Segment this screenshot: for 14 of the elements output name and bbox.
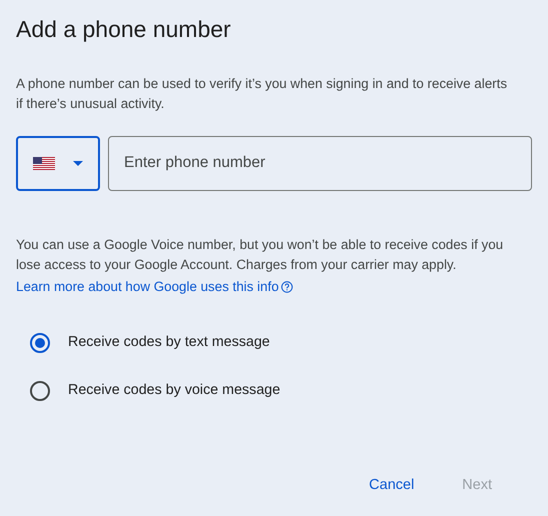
phone-number-field[interactable]: Enter phone number xyxy=(108,136,532,191)
flag-icon xyxy=(33,156,55,170)
country-picker[interactable] xyxy=(16,136,100,191)
learn-more-link[interactable]: Learn more about how Google uses this info xyxy=(16,276,293,297)
radio-button[interactable] xyxy=(30,332,50,353)
caret-icon xyxy=(73,160,83,166)
intro-text: A phone number can be used to verify it’s you when signing in and to receive alerts if there’s unusual activity. xyxy=(16,74,508,113)
option-label[interactable]: Receive codes by text message xyxy=(68,332,270,354)
dialog-title: Add a phone number xyxy=(16,16,232,44)
radio-button[interactable] xyxy=(30,380,50,401)
info-text: You can use a Google Voice number, but you won’t be able to receive codes if you lose access to your Google Account. Charges from your carrier may apply. xyxy=(16,236,504,274)
cancel-button[interactable]: Cancel xyxy=(357,466,426,504)
help-icon xyxy=(280,280,293,293)
option-label[interactable]: Receive codes by voice message xyxy=(68,380,280,402)
